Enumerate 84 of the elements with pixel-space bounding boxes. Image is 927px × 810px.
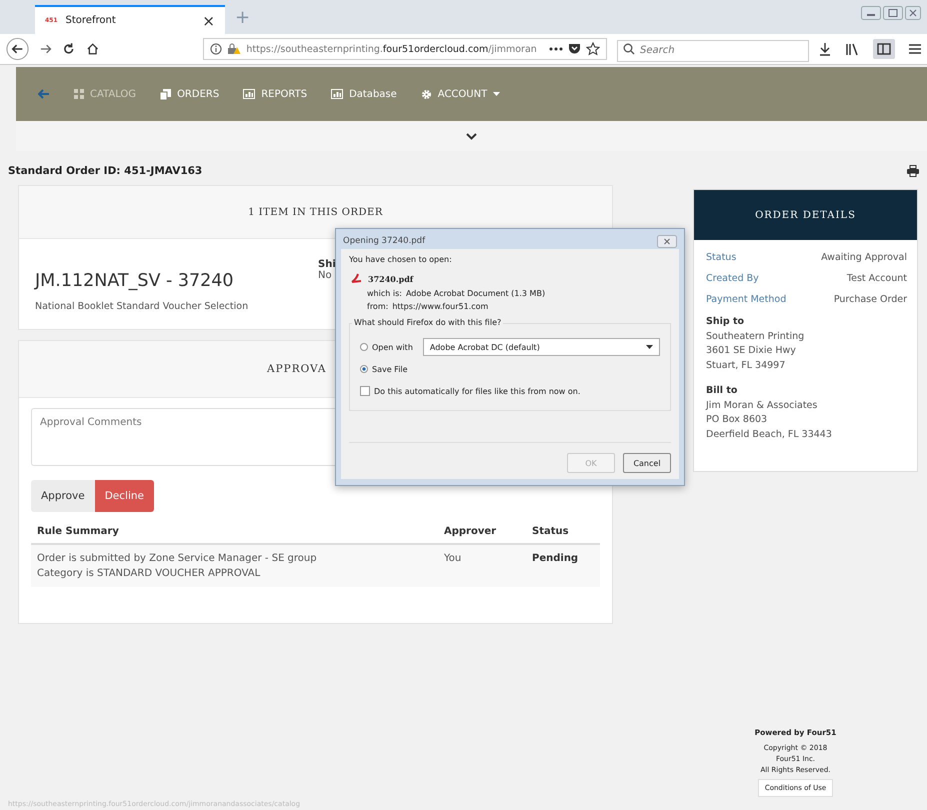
sidebar-icon[interactable] [873, 39, 895, 59]
meta-value: Adobe Acrobat Document (1.3 MB) [406, 289, 546, 298]
detail-value: Purchase Order [834, 294, 907, 305]
nav-link[interactable]: Database [331, 88, 397, 100]
column-header: Rule Summary [37, 526, 120, 537]
cancel-button[interactable]: Cancel [623, 453, 671, 473]
new-tab-button[interactable]: + [235, 7, 250, 28]
pocket-icon[interactable] [568, 43, 582, 55]
approve-button[interactable]: Approve [31, 480, 95, 512]
approver-cell-text: You [444, 552, 462, 566]
close-icon[interactable] [657, 234, 677, 248]
option-label: Do this automatically for files like this from now on. [374, 386, 580, 396]
detail-value: Test Account [846, 273, 907, 284]
product-title: JM.112NAT_SV - 37240 [35, 271, 235, 291]
order-id-heading: Standard Order ID: 451-JMAV163 [8, 165, 202, 177]
address-heading: Ship to [706, 315, 746, 329]
radio-button[interactable] [360, 365, 368, 373]
nav-link[interactable]: ACCOUNT [420, 88, 500, 100]
shipping-value: No [318, 270, 333, 281]
column-header: Status [532, 526, 570, 537]
address-line: Stuart, FL 34997 [706, 359, 786, 374]
print-icon[interactable] [907, 165, 919, 177]
card-heading: 1 ITEM IN THIS ORDER [248, 206, 383, 218]
rule-text: Category is STANDARD VOUCHER APPROVAL [37, 567, 262, 581]
address-bar[interactable]: https://southeasternprinting.four51ordercloud.com/jimmoran [203, 38, 608, 60]
rule-text: Order is submitted by Zone Service Manager - SE group [37, 552, 318, 566]
shipping-label: Shi [318, 259, 337, 270]
forward-icon[interactable] [39, 42, 52, 56]
dialog-title: Opening 37240.pdf [343, 236, 426, 246]
reload-icon[interactable] [62, 42, 76, 56]
detail-label: Created By [706, 273, 759, 284]
library-icon[interactable] [845, 42, 859, 56]
meta-value: https://www.four51.com [392, 302, 488, 311]
address-line: PO Box 8603 [706, 413, 768, 428]
file-name: 37240.pdf [368, 274, 414, 284]
address-line: Jim Moran & Associates [706, 398, 818, 413]
chevron-down-icon[interactable] [466, 132, 477, 140]
minimize-icon[interactable] [861, 6, 881, 20]
grid-icon [74, 89, 84, 99]
nav-link[interactable]: ORDERS [160, 88, 220, 100]
gear-icon [420, 88, 432, 100]
info-icon [210, 43, 222, 55]
download-icon[interactable] [819, 42, 831, 56]
application-dropdown[interactable]: Adobe Acrobat DC (default) [422, 338, 660, 356]
tab-close-button[interactable]: × [202, 12, 215, 30]
search-icon [623, 43, 636, 55]
star-icon[interactable] [586, 42, 600, 56]
detail-label: Status [706, 252, 736, 263]
bar-chart-icon [243, 89, 256, 99]
lock-warning-icon [227, 43, 242, 55]
pdf-file-icon [351, 273, 362, 284]
documents-icon [160, 88, 172, 100]
meta-label: which is: [367, 289, 402, 298]
more-icon[interactable] [549, 47, 564, 51]
dialog-text: You have chosen to open: [349, 255, 453, 264]
address-line: 3601 SE Dixie Hwy [706, 344, 797, 358]
meta-label: from: [367, 302, 388, 311]
option-label: Open with [372, 342, 413, 352]
status-cell-text: Pending [532, 552, 580, 566]
product-description: National Booklet Standard Voucher Selection [35, 301, 250, 312]
maximize-icon[interactable] [883, 6, 903, 20]
tab-title: Storefront [66, 15, 117, 26]
close-icon[interactable] [905, 6, 921, 20]
panel-heading: ORDER DETAILS [755, 210, 856, 220]
address-heading: Bill to [706, 384, 738, 398]
group-label: What should Firefox do with this file? [352, 318, 504, 327]
decline-button[interactable]: Decline [94, 480, 154, 512]
search-field[interactable]: Search [617, 40, 809, 62]
detail-label: Payment Method [706, 294, 786, 305]
home-icon[interactable] [86, 42, 100, 56]
column-header: Approver [444, 526, 498, 537]
nav-link[interactable]: REPORTS [243, 88, 308, 100]
detail-value: Awaiting Approval [821, 252, 907, 263]
card-heading: APPROVA [267, 363, 326, 375]
caret-icon [646, 345, 653, 349]
option-label: Save File [372, 364, 408, 374]
address-line: Southeatern Printing [706, 330, 806, 344]
menu-icon[interactable] [909, 43, 921, 55]
radio-button[interactable] [360, 343, 368, 351]
checkbox[interactable] [360, 386, 370, 396]
bar-chart-icon [331, 89, 344, 99]
url-text: https://southeasternprinting.four51ordercloud.com/jimmoran [246, 44, 538, 54]
address-line: Deerfield Beach, FL 33443 [706, 428, 833, 442]
back-icon[interactable] [6, 37, 30, 61]
